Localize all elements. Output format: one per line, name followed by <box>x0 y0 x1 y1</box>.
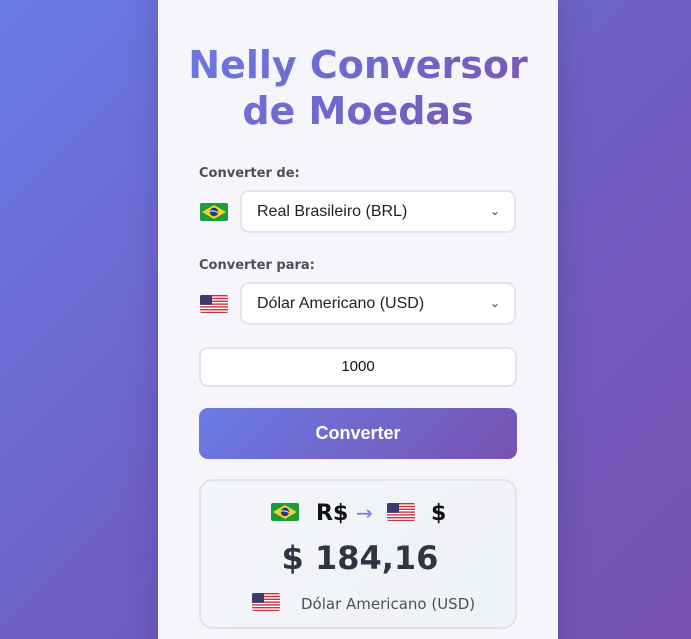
result-currency-name: Dólar Americano (USD) <box>301 595 476 613</box>
to-label: Converter para: <box>199 258 315 273</box>
amount-input[interactable]: 1000 <box>199 347 517 387</box>
to-currency-select[interactable]: Dólar Americano (USD) ⌄ <box>240 282 516 325</box>
usa-flag-icon <box>252 593 280 611</box>
from-currency-select[interactable]: Real Brasileiro (BRL) ⌄ <box>240 190 516 233</box>
from-currency-symbol: R$ <box>316 501 349 526</box>
from-currency-value: Real Brasileiro (BRL) <box>257 203 408 220</box>
result-panel: R$ → $ $ 184,16 Dólar Americano (USD) <box>199 479 517 629</box>
to-currency-symbol: $ <box>431 501 447 526</box>
to-currency-value: Dólar Americano (USD) <box>257 295 425 312</box>
arrow-right-icon: → <box>356 501 373 525</box>
usa-flag-icon <box>200 295 228 313</box>
converted-value: $ 184,16 <box>281 539 439 577</box>
from-label: Converter de: <box>199 166 300 181</box>
chevron-down-icon: ⌄ <box>489 204 500 218</box>
chevron-down-icon: ⌄ <box>489 296 500 310</box>
usa-flag-icon <box>387 503 415 521</box>
brazil-flag-icon <box>200 203 228 221</box>
page-title: Nelly Conversor de Moedas <box>158 42 558 134</box>
convert-button[interactable]: Converter <box>199 408 517 459</box>
brazil-flag-icon <box>271 503 299 521</box>
converter-card: Nelly Conversor de Moedas Converter de: … <box>158 0 558 639</box>
